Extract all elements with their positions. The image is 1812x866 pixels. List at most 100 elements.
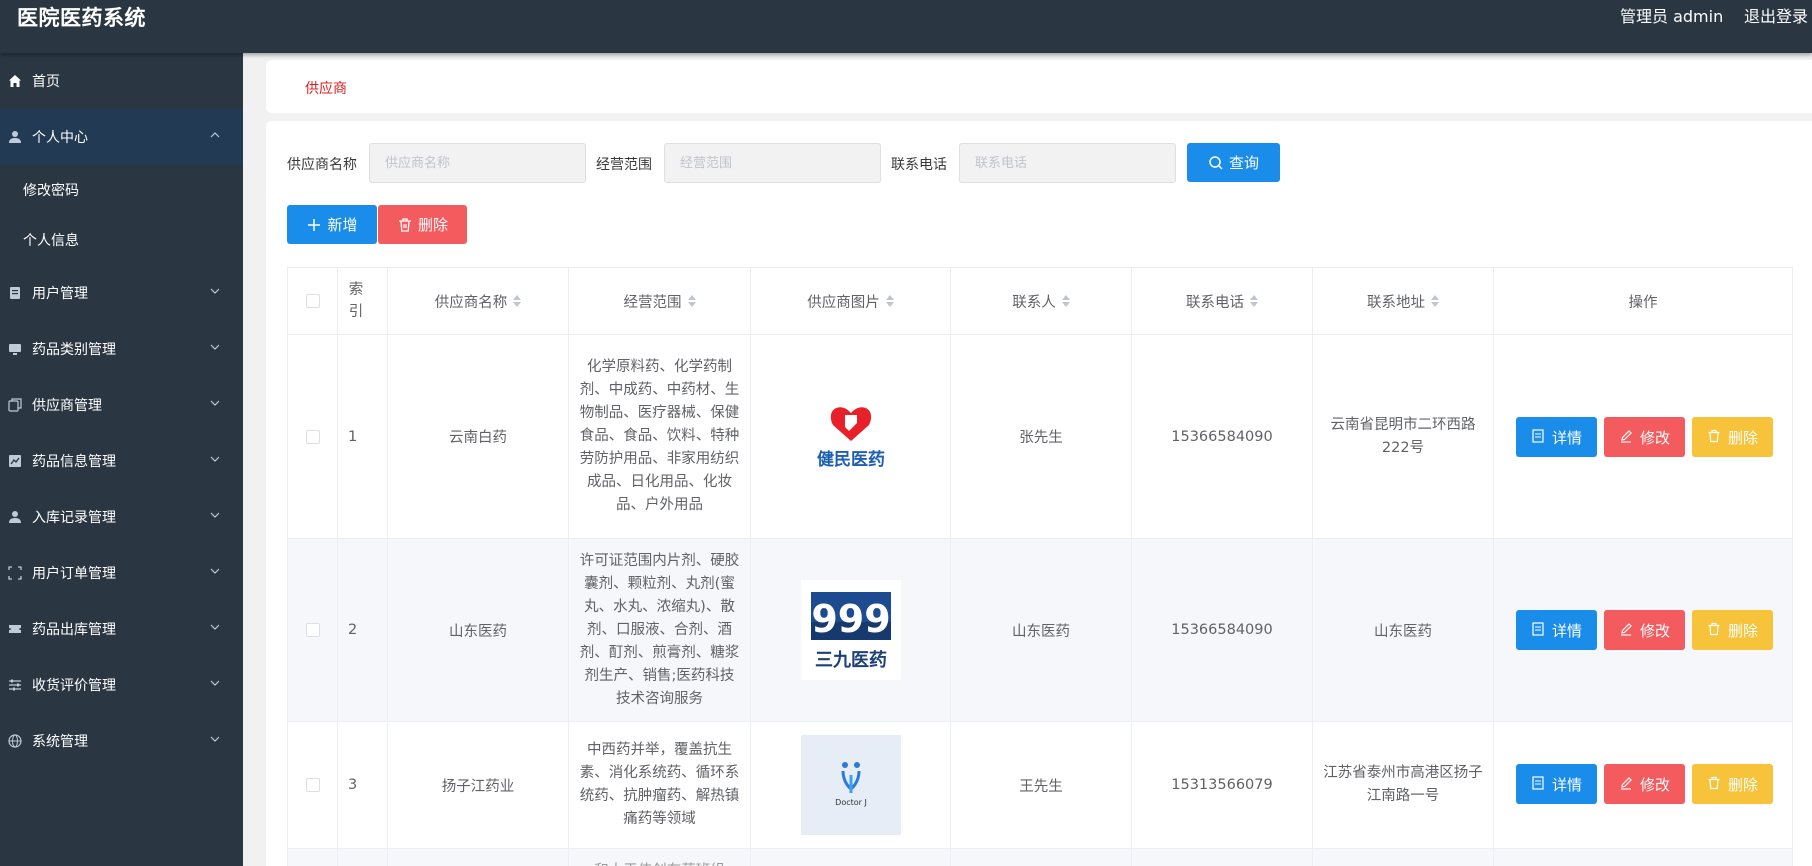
row-supplier-image-cell: 健民医药 <box>751 335 951 539</box>
column-header-operations: 操作 <box>1494 267 1793 335</box>
row-supplier-name: 云南白药 <box>388 335 569 539</box>
chevron-down-icon <box>210 624 220 630</box>
row-contact: 张先生 <box>951 335 1132 539</box>
home-icon <box>7 73 23 89</box>
delete-button[interactable]: 删除 <box>1692 764 1773 804</box>
sidebar-item-drug-category[interactable]: 药品类别管理 <box>0 321 243 377</box>
breadcrumb: 供应商 <box>266 60 1812 113</box>
column-header-label: 联系电话 <box>1186 294 1244 311</box>
sidebar-item-personal-center[interactable]: 个人中心 <box>0 109 243 165</box>
query-button[interactable]: 查询 <box>1187 143 1280 182</box>
supplier-logo-text: Doctor J <box>835 798 867 807</box>
row-address: 江苏省泰州市高港区扬子江南路一号 <box>1313 722 1494 849</box>
supplier-name-input[interactable] <box>369 143 586 183</box>
delete-button-label: 删除 <box>1727 621 1758 640</box>
detail-button-label: 详情 <box>1551 775 1582 794</box>
batch-delete-button[interactable]: 删除 <box>378 205 467 244</box>
row-phone: 15366584090 <box>1132 335 1313 539</box>
row-address: 山东医药 <box>1313 539 1494 722</box>
sidebar-item-drug-info[interactable]: 药品信息管理 <box>0 433 243 489</box>
detail-button[interactable]: 详情 <box>1516 764 1597 804</box>
user-icon <box>7 509 23 525</box>
row-business-scope: 和大于伟创在药班组 <box>569 849 751 866</box>
row-supplier-name: 扬子江药业 <box>388 722 569 849</box>
chevron-up-icon <box>210 132 220 138</box>
row-contact: 王先生 <box>951 722 1132 849</box>
sidebar-item-drug-outbound[interactable]: 药品出库管理 <box>0 601 243 657</box>
column-header-phone[interactable]: 联系电话 <box>1132 267 1313 335</box>
column-header-label: 联系地址 <box>1367 294 1425 311</box>
sidebar-item-user-orders[interactable]: 用户订单管理 <box>0 545 243 601</box>
business-scope-input[interactable] <box>664 143 881 183</box>
add-button-label: 新增 <box>327 216 358 234</box>
monitor-icon <box>7 341 23 357</box>
add-button[interactable]: 新增 <box>287 205 377 244</box>
sidebar-item-receipt-reviews[interactable]: 收货评价管理 <box>0 657 243 713</box>
sidebar-subitem-personal-info[interactable]: 个人信息 <box>0 215 243 265</box>
sort-icon[interactable] <box>885 295 894 307</box>
row-checkbox[interactable] <box>305 623 320 637</box>
detail-button[interactable]: 详情 <box>1516 417 1597 457</box>
sidebar-item-label: 药品信息管理 <box>32 454 116 470</box>
business-scope-label: 经营范围 <box>596 157 652 173</box>
sidebar-item-supplier-management[interactable]: 供应商管理 <box>0 377 243 433</box>
column-header-label: 供应商图片 <box>807 294 880 311</box>
edit-icon <box>1619 429 1635 445</box>
sort-icon[interactable] <box>687 295 696 307</box>
row-select-cell <box>287 539 338 722</box>
row-checkbox[interactable] <box>305 429 320 444</box>
chevron-down-icon <box>210 736 220 742</box>
sidebar-item-inbound-records[interactable]: 入库记录管理 <box>0 489 243 545</box>
app-title: 医院医药系统 <box>17 6 146 30</box>
column-header-address[interactable]: 联系地址 <box>1313 267 1494 335</box>
supplier-logo-text: 三九医药 <box>815 649 887 671</box>
document-icon <box>1531 622 1547 638</box>
sidebar-item-system-management[interactable]: 系统管理 <box>0 713 243 769</box>
trash-icon <box>1707 429 1723 445</box>
edit-button[interactable]: 修改 <box>1604 764 1685 804</box>
sort-icon[interactable] <box>1431 295 1439 307</box>
detail-button[interactable]: 详情 <box>1516 610 1597 650</box>
sort-icon[interactable] <box>1250 295 1258 307</box>
column-header-supplier-image[interactable]: 供应商图片 <box>751 267 951 335</box>
chevron-down-icon <box>210 288 220 294</box>
chart-icon <box>7 453 23 469</box>
column-header-supplier-name[interactable]: 供应商名称 <box>388 267 569 335</box>
column-header-label: 操作 <box>1628 294 1658 311</box>
document-icon <box>1531 776 1547 792</box>
logout-link[interactable]: 退出登录 <box>1744 3 1808 27</box>
edit-icon <box>1619 776 1635 792</box>
sidebar-item-label: 首页 <box>32 74 60 90</box>
sidebar-subitem-label: 个人信息 <box>23 233 79 249</box>
row-phone <box>1132 849 1313 866</box>
chevron-down-icon <box>210 680 220 686</box>
supplier-logo-text: 健民医药 <box>817 449 885 470</box>
sidebar-subitem-change-password[interactable]: 修改密码 <box>0 165 243 215</box>
sort-icon[interactable] <box>513 295 522 307</box>
delete-button[interactable]: 删除 <box>1692 417 1773 457</box>
edit-button[interactable]: 修改 <box>1604 417 1685 457</box>
row-supplier-name: 山东医药 <box>388 539 569 722</box>
phone-input[interactable] <box>959 143 1176 183</box>
sort-icon[interactable] <box>1061 295 1070 307</box>
row-business-scope: 许可证范围内片剂、硬胶囊剂、颗粒剂、丸剂(蜜丸、水丸、浓缩丸)、散剂、口服液、合… <box>569 539 751 722</box>
column-header-business-scope[interactable]: 经营范围 <box>569 267 751 335</box>
select-all-checkbox[interactable] <box>305 294 320 308</box>
column-header-contact[interactable]: 联系人 <box>951 267 1132 335</box>
chevron-down-icon <box>210 344 220 350</box>
copy-icon <box>7 397 23 413</box>
delete-button[interactable]: 删除 <box>1692 610 1773 650</box>
row-checkbox[interactable] <box>305 778 320 792</box>
sidebar-item-home[interactable]: 首页 <box>0 53 243 109</box>
user-icon <box>7 129 23 145</box>
edit-button[interactable]: 修改 <box>1604 610 1685 650</box>
breadcrumb-current[interactable]: 供应商 <box>305 78 347 98</box>
edit-button-label: 修改 <box>1639 428 1670 447</box>
sidebar-item-user-management[interactable]: 用户管理 <box>0 265 243 321</box>
admin-label: 管理员 admin <box>1620 7 1724 26</box>
row-select-cell <box>287 335 338 539</box>
row-contact <box>951 849 1132 866</box>
row-index <box>338 849 388 866</box>
query-button-label: 查询 <box>1228 154 1259 172</box>
sidebar-item-label: 药品类别管理 <box>32 342 116 358</box>
